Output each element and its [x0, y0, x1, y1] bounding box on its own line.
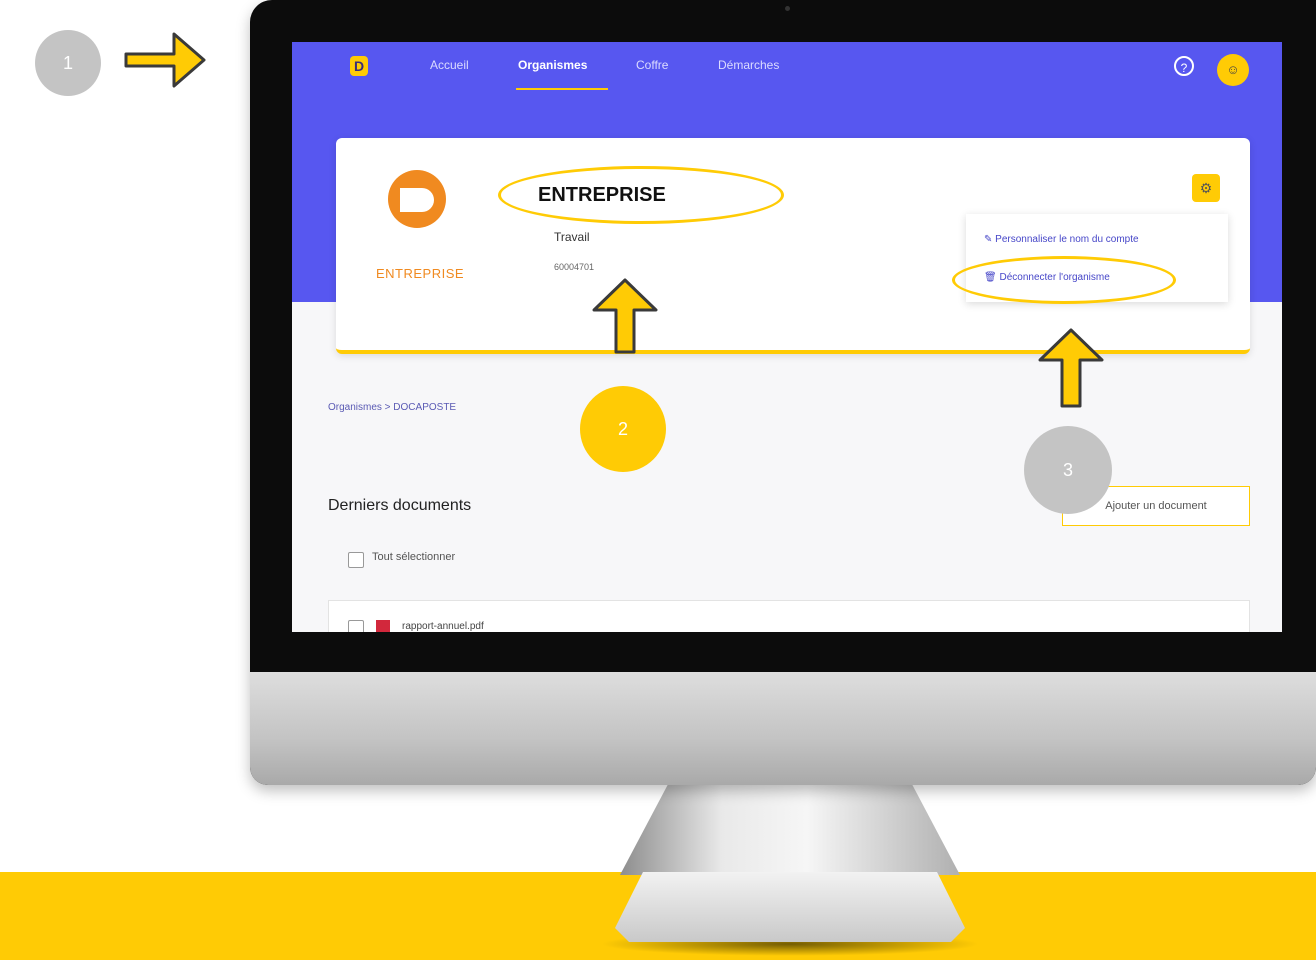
monitor-stand-foot: [615, 872, 965, 942]
help-icon[interactable]: ?: [1174, 56, 1194, 76]
row-checkbox[interactable]: [348, 620, 364, 632]
section-title: Derniers documents: [328, 497, 472, 514]
monitor-camera: [785, 6, 790, 11]
select-all-checkbox[interactable]: [348, 552, 364, 568]
entreprise-logo-text: ENTREPRISE: [376, 266, 465, 281]
nav-demarches[interactable]: Démarches: [718, 58, 779, 72]
menu-item-rename-label: Personnaliser le nom du compte: [995, 234, 1139, 245]
step-3-badge: 3: [1024, 426, 1112, 514]
app-screen: D Accueil Organismes Coffre Démarches ? …: [292, 42, 1282, 632]
nav-organismes[interactable]: Organismes: [518, 58, 587, 72]
step-1-badge: 1: [35, 30, 101, 96]
avatar[interactable]: ☺: [1217, 54, 1249, 86]
entreprise-label: ENTREPRISE: [538, 184, 666, 206]
organisme-id: 60004701: [554, 262, 595, 272]
select-all-label: Tout sélectionner: [372, 551, 456, 563]
organisme-name: Travail: [554, 230, 590, 244]
arrow-up-icon: [592, 278, 658, 354]
disconnect-highlight-ring: [952, 256, 1176, 304]
monitor-chin: [250, 672, 1316, 785]
arrow-right-icon: [124, 32, 206, 88]
pdf-file-icon: [376, 620, 390, 632]
nav-coffre[interactable]: Coffre: [636, 58, 668, 72]
app-logo[interactable]: D: [350, 56, 368, 76]
active-tab-underline: [516, 88, 608, 90]
arrow-up-icon: [1038, 328, 1104, 408]
monitor-stand-neck: [620, 785, 960, 875]
menu-item-rename[interactable]: ✎ Personnaliser le nom du compte: [984, 234, 1139, 245]
organisme-card: ENTREPRISE Travail 60004701 ⚙ ✎ Personna…: [336, 138, 1250, 354]
nav-accueil[interactable]: Accueil: [430, 58, 469, 72]
breadcrumb[interactable]: Organismes > DOCAPOSTE: [328, 402, 456, 413]
step-2-badge: 2: [580, 386, 666, 472]
file-name[interactable]: rapport-annuel.pdf: [402, 621, 484, 632]
gear-icon[interactable]: ⚙: [1192, 174, 1220, 202]
entreprise-logo-p-shape: [400, 188, 434, 212]
pencil-icon: ✎: [984, 234, 993, 245]
